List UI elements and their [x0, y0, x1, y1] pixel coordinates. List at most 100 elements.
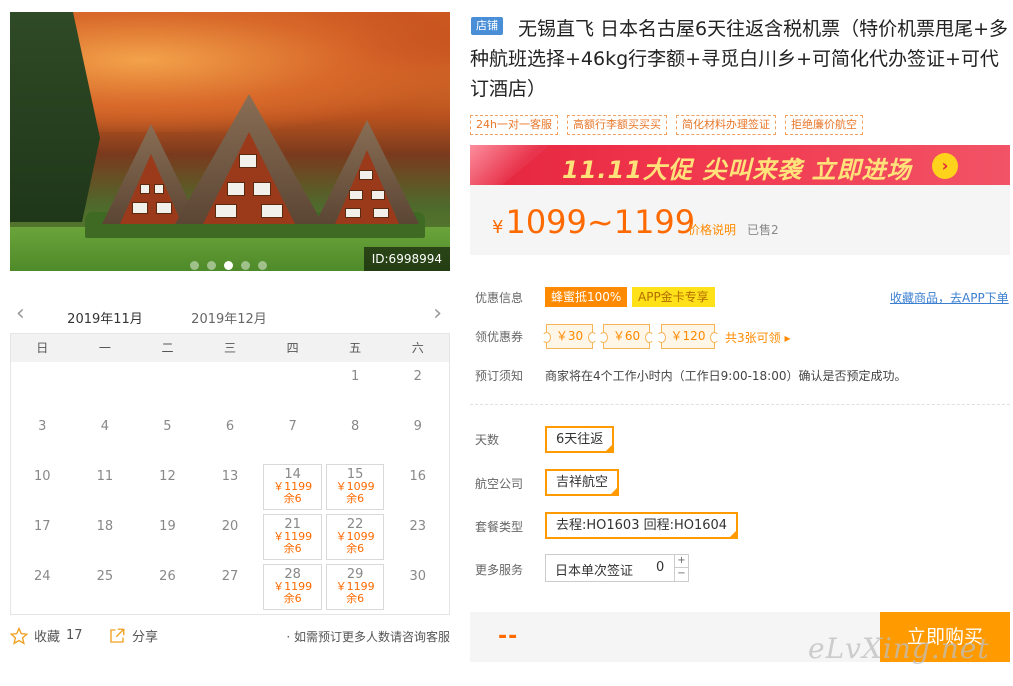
visa-service-name: 日本单次签证 [555, 564, 634, 579]
sold-count: 已售2 [747, 223, 779, 237]
day-number: 2 [413, 369, 422, 384]
coupon-label: 领优惠券 [475, 330, 524, 344]
photo-id-label: ID:6998994 [363, 247, 450, 271]
photo-house-center [175, 94, 323, 224]
calendar-note: · 如需预订更多人数请咨询客服 [286, 630, 450, 644]
days-option-selected[interactable]: 6天往返 ✓ [545, 426, 615, 453]
promo-banner[interactable]: 11.11大促 尖叫来袭 立即进场 › [470, 145, 1010, 185]
calendar-day: 13 [199, 462, 262, 512]
airline-option-selected[interactable]: 吉祥航空 ✓ [545, 469, 620, 496]
chevron-right-icon[interactable]: › [433, 303, 442, 325]
carousel-dot[interactable] [207, 261, 216, 270]
share-button[interactable]: 分享 [108, 626, 158, 645]
day-number: 1 [351, 369, 360, 384]
calendar-week-row: 17 18 19 20 21 ￥1199 余6 22 ￥1099 余6 23 [11, 512, 449, 562]
calendar-day: 18 [74, 512, 137, 562]
coupon-more-link[interactable]: 共3张可领 ▸ [725, 329, 790, 346]
calendar-day-available[interactable]: 29 ￥1199 余6 [324, 562, 387, 612]
tab-month-next[interactable]: 2019年12月 [184, 308, 274, 327]
day-number: 10 [34, 469, 51, 484]
day-stock: 余6 [346, 592, 365, 605]
discount-tag-app: APP金卡专享 [632, 287, 715, 307]
share-icon [110, 628, 125, 643]
feature-badge: 24h一对一客服 [470, 115, 558, 135]
calendar-day: 3 [11, 412, 74, 462]
day-stock: 余6 [283, 592, 302, 605]
calendar-day: 9 [386, 412, 449, 462]
calendar-day: 17 [11, 512, 74, 562]
calendar-day: 4 [74, 412, 137, 462]
price-value: 1099~1199 [505, 203, 696, 241]
calendar-day: 24 [11, 562, 74, 612]
calendar-weekday-header: 日 一 二 三 四 五 六 [11, 334, 449, 362]
day-number: 13 [221, 469, 239, 484]
day-number: 30 [409, 569, 427, 584]
minus-icon[interactable]: − [674, 568, 688, 581]
day-number: 6 [225, 419, 235, 434]
calendar-day: 19 [136, 512, 199, 562]
app-order-link[interactable]: 收藏商品，去APP下单 [890, 289, 1009, 306]
favorite-button[interactable]: 收藏 17 [10, 626, 83, 645]
calendar-body: 1 2 3 4 5 6 7 8 9 10 11 12 13 14 ￥1199 余6 15 ￥1099 余6 16 17 1… [11, 362, 449, 612]
day-number: 27 [221, 569, 239, 584]
calendar-day: 12 [136, 462, 199, 512]
star-icon [10, 626, 28, 645]
calendar-day: 26 [136, 562, 199, 612]
calendar-day-available[interactable]: 15 ￥1099 余6 [324, 462, 387, 512]
day-number: 26 [159, 569, 176, 584]
calendar-day [74, 362, 137, 412]
tab-month-current[interactable]: 2019年11月 [60, 308, 150, 336]
product-photo[interactable]: ID:6998994 [10, 12, 450, 271]
carousel-dot[interactable] [258, 261, 267, 270]
calendar-day: 2 [386, 362, 449, 412]
photo-house-right [315, 120, 419, 224]
calendar-day: 7 [261, 412, 324, 462]
carousel-dot[interactable] [241, 261, 250, 270]
weekday-label: 二 [161, 341, 174, 355]
coupon-60[interactable]: ￥60 [599, 324, 654, 349]
calendar-day-available[interactable]: 22 ￥1099 余6 [324, 512, 387, 562]
calendar-day-available[interactable]: 14 ￥1199 余6 [261, 462, 324, 512]
calendar-week-row: 24 25 26 27 28 ￥1199 余6 29 ￥1199 余6 30 [11, 562, 449, 612]
calendar-grid: 日 一 二 三 四 五 六 1 2 3 4 5 6 7 8 9 10 11 12 13 14 ￥1199 余6… [10, 333, 450, 615]
day-number: 18 [96, 519, 114, 534]
service-label: 更多服务 [475, 563, 524, 577]
quantity-value[interactable]: 0 [656, 560, 664, 575]
feature-badges: 24h一对一客服 高额行李额买买买 简化材料办理签证 拒绝廉价航空 [470, 115, 863, 135]
calendar-day-available[interactable]: 28 ￥1199 余6 [261, 562, 324, 612]
carousel-dot[interactable] [190, 261, 199, 270]
coupon-30[interactable]: ￥30 [542, 324, 597, 349]
weekday-label: 一 [98, 341, 111, 355]
calendar-day-available[interactable]: 21 ￥1199 余6 [261, 512, 324, 562]
price-box: ¥1099~1199 价格说明 已售2 [470, 185, 1010, 255]
day-number: 19 [159, 519, 176, 534]
calendar-day: 11 [74, 462, 137, 512]
weekday-label: 五 [349, 341, 362, 355]
price-range: ¥1099~1199 [492, 203, 695, 241]
package-option-text: 去程:HO1603 回程:HO1604 [556, 518, 728, 533]
chevron-left-icon[interactable]: ‹ [16, 303, 25, 325]
package-option-selected[interactable]: 去程:HO1603 回程:HO1604 ✓ [545, 512, 739, 539]
carousel-dots [190, 261, 267, 270]
carousel-dot[interactable] [224, 261, 233, 270]
day-number: 4 [100, 419, 109, 434]
visa-service-stepper: 日本单次签证 0 + − [545, 554, 689, 582]
plus-icon[interactable]: + [674, 555, 688, 568]
discount-tag-honey: 蜂蜜抵100% [545, 287, 628, 307]
feature-badge: 拒绝廉价航空 [784, 115, 863, 135]
calendar-day: 8 [324, 412, 387, 462]
days-label: 天数 [475, 433, 500, 447]
day-number: 23 [409, 519, 427, 534]
promo-decoration [470, 145, 550, 185]
price-explain-link[interactable]: 价格说明 [688, 221, 736, 238]
day-number: 17 [34, 519, 51, 534]
calendar-day: 30 [386, 562, 449, 612]
calendar-day: 5 [136, 412, 199, 462]
shop-tag: 店铺 [471, 17, 503, 35]
arrow-right-icon: › [932, 153, 958, 179]
day-number: 11 [96, 469, 114, 484]
calendar-day [199, 362, 262, 412]
coupon-120[interactable]: ￥120 [657, 324, 719, 349]
calendar-day: 20 [199, 512, 262, 562]
day-number: 8 [351, 419, 360, 434]
